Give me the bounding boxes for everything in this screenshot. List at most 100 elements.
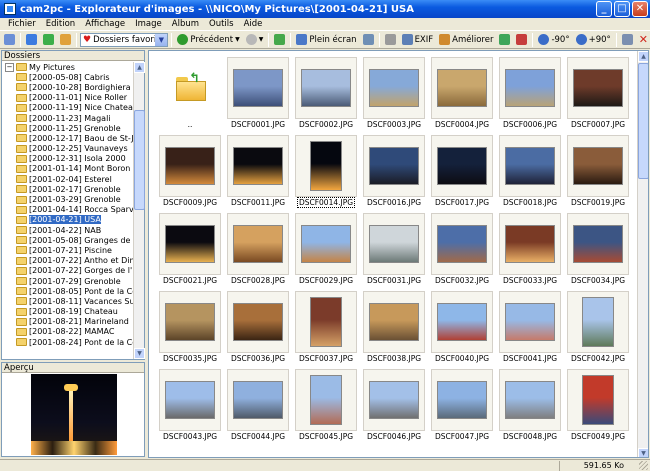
scroll-up-arrow-icon[interactable]: ▲ <box>638 51 648 62</box>
improve-button[interactable]: Améliorer <box>437 32 495 47</box>
thumbnail-item[interactable]: DSCF0044.JPG <box>227 369 289 442</box>
thumbnail-item[interactable]: DSCF0045.JPG <box>295 369 357 442</box>
folder-item[interactable]: [2000-05-08] Cabris <box>2 72 134 82</box>
previous-chevron-icon[interactable]: ▼ <box>235 36 240 43</box>
view-details-button[interactable] <box>24 32 39 47</box>
scroll-up-arrow-icon[interactable]: ▲ <box>134 62 145 73</box>
title-bar[interactable]: cam2pc - Explorateur d'images - \\NICO\M… <box>0 0 650 18</box>
thumbnail-item[interactable]: DSCF0049.JPG <box>567 369 629 442</box>
thumbnail-item[interactable]: DSCF0038.JPG <box>363 291 425 364</box>
refresh-button[interactable] <box>272 32 287 47</box>
thumbnail-item[interactable]: DSCF0041.JPG <box>499 291 561 364</box>
folder-item[interactable]: [2001-02-04] Esterel <box>2 174 134 184</box>
thumbnail-item[interactable]: DSCF0001.JPG <box>227 57 289 130</box>
rotate-left-button[interactable]: -90° <box>536 32 571 47</box>
folder-tree[interactable]: − My Pictures [2000-05-08] Cabris [2000-1… <box>2 62 134 359</box>
folder-item[interactable]: [2001-08-11] Vacances Sud-Oues <box>2 296 134 306</box>
folder-item[interactable]: [2001-08-21] Marineland <box>2 317 134 327</box>
folder-item[interactable]: [2000-11-23] Magali <box>2 113 134 123</box>
color-adjust-button[interactable] <box>497 32 512 47</box>
maximize-button[interactable]: □ <box>614 1 630 17</box>
view-thumbnails-button[interactable] <box>41 32 56 47</box>
folder-item[interactable]: [2001-04-21] USA <box>2 215 134 225</box>
next-chevron-icon[interactable]: ▼ <box>259 36 264 43</box>
thumbnail-item[interactable]: DSCF0003.JPG <box>363 57 425 130</box>
favorites-dropdown[interactable]: ♥ Dossiers favoris ▼ <box>80 32 169 47</box>
scroll-down-arrow-icon[interactable]: ▼ <box>638 448 648 457</box>
thumbnail-item[interactable]: DSCF0016.JPG <box>363 135 425 208</box>
thumbnail-item[interactable]: DSCF0028.JPG <box>227 213 289 286</box>
folder-item[interactable]: [2000-11-19] Nice Chateau <box>2 103 134 113</box>
menu-edition[interactable]: Edition <box>41 19 80 29</box>
thumbnail-item[interactable]: DSCF0040.JPG <box>431 291 493 364</box>
thumbnail-item[interactable]: DSCF0017.JPG <box>431 135 493 208</box>
folder-item[interactable]: [2000-11-25] Grenoble <box>2 123 134 133</box>
menu-affichage[interactable]: Affichage <box>80 19 130 29</box>
folder-item[interactable]: [2000-12-17] Baou de St-Jeannet <box>2 133 134 143</box>
folder-item[interactable]: [2001-08-22] MAMAC <box>2 327 134 337</box>
app-icon[interactable] <box>4 3 16 15</box>
thumbnail-item[interactable]: DSCF0006.JPG <box>499 57 561 130</box>
folder-item[interactable]: [2001-02-17] Grenoble <box>2 184 134 194</box>
collapse-icon[interactable]: − <box>5 62 14 72</box>
thumbnail-scrollbar[interactable]: ▲ ▼ <box>637 51 648 457</box>
folder-item[interactable]: [2000-12-25] Vaunaveys <box>2 144 134 154</box>
folder-item[interactable]: [2000-10-28] Bordighiera <box>2 82 134 92</box>
menu-album[interactable]: Album <box>167 19 204 29</box>
minimize-button[interactable]: _ <box>596 1 612 17</box>
exif-button[interactable]: EXIF <box>400 32 436 47</box>
thumbnail-item[interactable]: DSCF0035.JPG <box>159 291 221 364</box>
thumbnail-item[interactable]: DSCF0014.JPG <box>295 135 357 208</box>
scroll-thumb[interactable] <box>134 110 145 210</box>
delete-button[interactable]: ✕ <box>637 32 650 47</box>
scroll-down-arrow-icon[interactable]: ▼ <box>134 348 145 359</box>
thumbnail-item[interactable]: DSCF0043.JPG <box>159 369 221 442</box>
thumbnail-item[interactable]: DSCF0029.JPG <box>295 213 357 286</box>
folder-item[interactable]: [2001-07-29] Grenoble <box>2 276 134 286</box>
resize-grip-icon[interactable] <box>639 461 648 470</box>
folder-item[interactable]: [2001-03-29] Grenoble <box>2 194 134 204</box>
folder-item[interactable]: [2001-04-14] Rocca Sparviera <box>2 205 134 215</box>
thumbnail-item[interactable]: DSCF0019.JPG <box>567 135 629 208</box>
folder-item[interactable]: [2001-07-21] Piscine <box>2 245 134 255</box>
thumbnail-item[interactable]: DSCF0002.JPG <box>295 57 357 130</box>
thumbnail-item[interactable]: DSCF0007.JPG <box>567 57 629 130</box>
thumbnail-item[interactable]: DSCF0032.JPG <box>431 213 493 286</box>
view-large-button[interactable] <box>58 32 73 47</box>
move-button[interactable] <box>620 32 635 47</box>
fullscreen-button[interactable]: Plein écran <box>294 32 358 47</box>
folder-item[interactable]: [2001-07-22] Antho et Dimitri <box>2 256 134 266</box>
redeye-button[interactable] <box>514 32 529 47</box>
folder-item[interactable]: [2001-04-22] NAB <box>2 225 134 235</box>
previous-button[interactable]: Précédent ▼ <box>175 32 241 47</box>
print-button[interactable] <box>383 32 398 47</box>
close-button[interactable]: ✕ <box>632 1 648 17</box>
thumbnail-item[interactable]: DSCF0037.JPG <box>295 291 357 364</box>
thumbnail-item[interactable]: DSCF0048.JPG <box>499 369 561 442</box>
parent-folder-item[interactable]: ↰.. <box>159 57 221 130</box>
thumbnail-item[interactable]: DSCF0021.JPG <box>159 213 221 286</box>
thumbnail-item[interactable]: DSCF0031.JPG <box>363 213 425 286</box>
folders-toggle-button[interactable] <box>2 32 17 47</box>
thumbnail-item[interactable]: DSCF0033.JPG <box>499 213 561 286</box>
thumbnail-item[interactable]: DSCF0009.JPG <box>159 135 221 208</box>
folder-item[interactable]: [2001-08-05] Pont de la Cerise <box>2 286 134 296</box>
next-button[interactable]: ▼ <box>244 32 266 47</box>
folder-item[interactable]: [2000-11-01] Nice Roller <box>2 93 134 103</box>
scroll-thumb[interactable] <box>638 63 648 179</box>
menu-aide[interactable]: Aide <box>239 19 268 29</box>
thumbnail-item[interactable]: DSCF0047.JPG <box>431 369 493 442</box>
menu-image[interactable]: Image <box>130 19 167 29</box>
slideshow-button[interactable] <box>361 32 376 47</box>
thumbnail-item[interactable]: DSCF0034.JPG <box>567 213 629 286</box>
thumbnail-item[interactable]: DSCF0018.JPG <box>499 135 561 208</box>
menu-outils[interactable]: Outils <box>204 19 239 29</box>
thumbnail-item[interactable]: DSCF0004.JPG <box>431 57 493 130</box>
menu-fichier[interactable]: Fichier <box>3 19 41 29</box>
folder-item[interactable]: [2001-07-22] Gorges de l'Esteron <box>2 266 134 276</box>
folder-tree-scrollbar[interactable]: ▲ ▼ <box>133 62 145 359</box>
folder-item[interactable]: [2000-12-31] Isola 2000 <box>2 154 134 164</box>
chevron-down-icon[interactable]: ▼ <box>155 33 168 46</box>
tree-root[interactable]: − My Pictures <box>2 62 134 72</box>
rotate-right-button[interactable]: +90° <box>574 32 613 47</box>
